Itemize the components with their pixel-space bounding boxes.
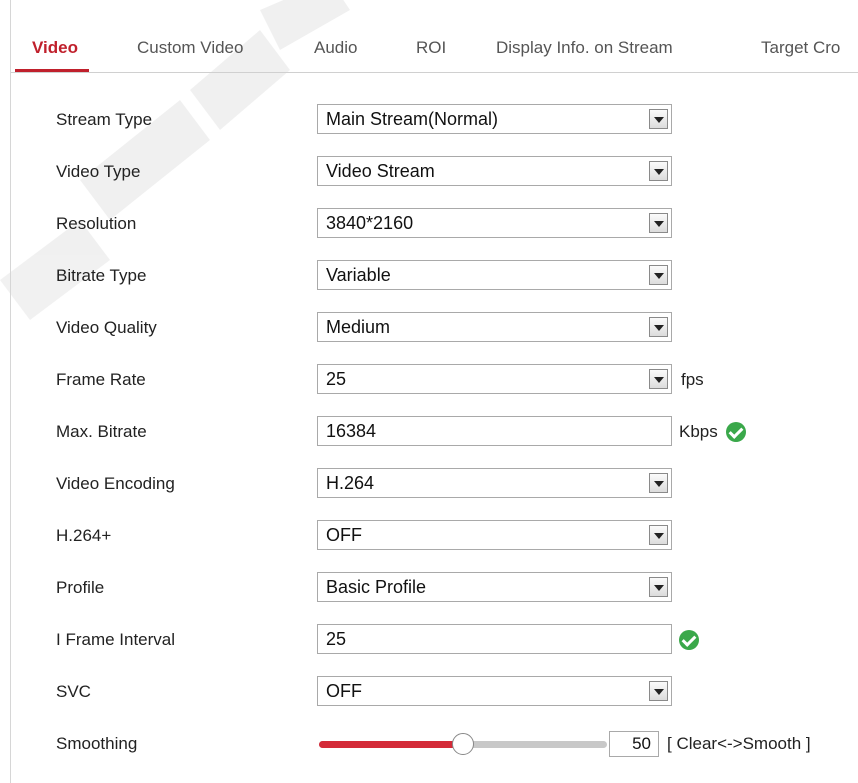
stream-type-label: Stream Type (56, 110, 153, 129)
chevron-down-icon[interactable] (649, 213, 668, 233)
video-quality-label: Video Quality (56, 318, 157, 337)
chevron-down-icon[interactable] (649, 317, 668, 337)
stream-type-select[interactable]: Main Stream(Normal) (317, 104, 672, 134)
chevron-down-icon[interactable] (649, 369, 668, 389)
tab-roi[interactable]: ROI (416, 38, 446, 58)
row-stream-type: Stream Type Main Stream(Normal) (11, 102, 858, 138)
row-resolution: Resolution 3840*2160 (11, 206, 858, 242)
video-encoding-select[interactable]: H.264 (317, 468, 672, 498)
smoothing-slider-fill (319, 741, 463, 748)
smoothing-value-box[interactable]: 50 (609, 731, 659, 757)
profile-value: Basic Profile (326, 577, 427, 597)
row-h264-plus: H.264+ OFF (11, 518, 858, 554)
h264-plus-value: OFF (326, 525, 362, 545)
frame-rate-select[interactable]: 25 (317, 364, 672, 394)
row-i-frame-interval: I Frame Interval 25 (11, 622, 858, 658)
frame-rate-unit: fps (681, 370, 704, 389)
row-svc: SVC OFF (11, 674, 858, 710)
chevron-down-icon[interactable] (649, 265, 668, 285)
video-encoding-value: H.264 (326, 473, 375, 493)
svc-select[interactable]: OFF (317, 676, 672, 706)
chevron-down-icon[interactable] (649, 109, 668, 129)
active-tab-indicator (15, 69, 89, 72)
smoothing-slider-handle[interactable] (452, 733, 474, 755)
tab-bar: Video Custom Video Audio ROI Display Inf… (11, 22, 858, 73)
tab-audio[interactable]: Audio (314, 38, 357, 58)
row-video-quality: Video Quality Medium (11, 310, 858, 346)
tab-custom-video[interactable]: Custom Video (137, 38, 243, 58)
tab-video[interactable]: Video (32, 38, 78, 58)
tab-display-info-on-stream[interactable]: Display Info. on Stream (496, 38, 673, 58)
resolution-select[interactable]: 3840*2160 (317, 208, 672, 238)
video-quality-select[interactable]: Medium (317, 312, 672, 342)
i-frame-interval-value: 25 (326, 629, 347, 649)
row-frame-rate: Frame Rate 25 fps (11, 362, 858, 398)
tab-target-cropping[interactable]: Target Cro (761, 38, 840, 58)
h264-plus-label: H.264+ (56, 526, 112, 545)
max-bitrate-unit: Kbps (679, 422, 718, 441)
check-circle-icon (679, 630, 699, 650)
video-type-value: Video Stream (326, 161, 435, 181)
video-settings-panel: Video Custom Video Audio ROI Display Inf… (10, 0, 858, 783)
resolution-label: Resolution (56, 214, 137, 233)
row-smoothing: Smoothing 50 [ Clear<->Smooth ] (11, 726, 858, 762)
row-bitrate-type: Bitrate Type Variable (11, 258, 858, 294)
max-bitrate-value: 16384 (326, 421, 377, 441)
smoothing-label: Smoothing (56, 734, 138, 753)
frame-rate-label: Frame Rate (56, 370, 146, 389)
profile-select[interactable]: Basic Profile (317, 572, 672, 602)
row-video-encoding: Video Encoding H.264 (11, 466, 858, 502)
video-type-label: Video Type (56, 162, 141, 181)
svc-label: SVC (56, 682, 91, 701)
profile-label: Profile (56, 578, 105, 597)
chevron-down-icon[interactable] (649, 161, 668, 181)
chevron-down-icon[interactable] (649, 577, 668, 597)
row-profile: Profile Basic Profile (11, 570, 858, 606)
h264-plus-select[interactable]: OFF (317, 520, 672, 550)
bitrate-type-value: Variable (326, 265, 391, 285)
bitrate-type-select[interactable]: Variable (317, 260, 672, 290)
frame-rate-value: 25 (326, 369, 347, 389)
video-type-select[interactable]: Video Stream (317, 156, 672, 186)
chevron-down-icon[interactable] (649, 473, 668, 493)
chevron-down-icon[interactable] (649, 525, 668, 545)
video-quality-value: Medium (326, 317, 391, 337)
row-max-bitrate: Max. Bitrate 16384 Kbps (11, 414, 858, 450)
row-video-type: Video Type Video Stream (11, 154, 858, 190)
max-bitrate-input[interactable]: 16384 (317, 416, 672, 446)
stream-type-value: Main Stream(Normal) (326, 109, 499, 129)
bitrate-type-label: Bitrate Type (56, 266, 147, 285)
i-frame-interval-label: I Frame Interval (56, 630, 176, 649)
chevron-down-icon[interactable] (649, 681, 668, 701)
max-bitrate-label: Max. Bitrate (56, 422, 147, 441)
resolution-value: 3840*2160 (326, 213, 414, 233)
svc-value: OFF (326, 681, 362, 701)
check-circle-icon (726, 422, 746, 442)
smoothing-range-label: [ Clear<->Smooth ] (667, 734, 811, 753)
i-frame-interval-input[interactable]: 25 (317, 624, 672, 654)
smoothing-slider[interactable] (319, 733, 607, 755)
video-encoding-label: Video Encoding (56, 474, 175, 493)
